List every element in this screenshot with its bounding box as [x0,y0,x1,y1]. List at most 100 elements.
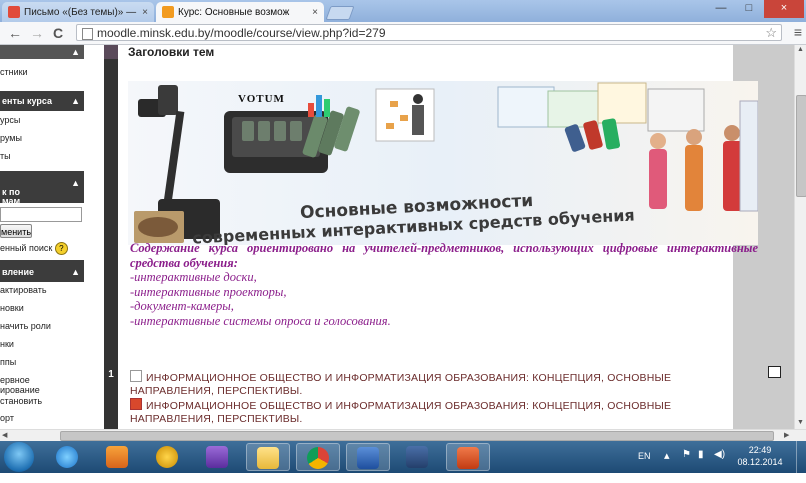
sidebar-item-import[interactable]: орт [0,413,14,423]
taskbar-powerpoint[interactable] [446,443,490,471]
taskbar-explorer[interactable] [246,443,290,471]
taskbar-visual-studio[interactable] [196,443,240,471]
browser-toolbar: ← → C moodle.minsk.edu.by/moodle/course/… [0,22,806,45]
description-item: -интерактивные доски, [130,270,257,284]
sidebar-item-backup[interactable]: ервное ирование [0,375,40,395]
taskbar-media-player[interactable] [96,443,140,471]
block-header-course-elements: енты курса ▲ [0,91,84,111]
aimp-icon [156,446,178,468]
clock-date: 08.12.2014 [737,457,783,467]
maximize-button[interactable]: □ [736,0,762,18]
address-bar[interactable]: moodle.minsk.edu.by/moodle/course/view.p… [76,24,782,41]
sidebar-item-edit[interactable]: актировать [0,285,47,295]
media-player-icon [106,446,128,468]
activity-link[interactable]: ИНФОРМАЦИОННОЕ ОБЩЕСТВО И ИНФОРМАТИЗАЦИЯ… [130,370,730,398]
clock-time: 22:49 [748,445,772,455]
tab-course[interactable]: Курс: Основные возмож × [156,2,324,22]
course-banner-image: VOTUM Основные возможности современных и… [128,81,758,245]
block-header-administration: вление ▲ [0,260,84,282]
minimize-button[interactable]: — [708,0,734,18]
sidebar-item-resources[interactable]: ты [0,151,11,161]
visual-studio-icon [206,446,228,468]
floppy-disk-icon [406,446,428,468]
taskbar-ie[interactable] [46,443,90,471]
vertical-scrollbar[interactable]: ▲ ▼ [794,45,806,429]
internet-explorer-icon [56,446,78,468]
section-number: 1 [104,369,118,429]
sidebar-item-assign-roles[interactable]: начить роли [0,321,51,331]
page-icon [82,28,93,40]
collapse-icon[interactable]: ▲ [71,179,80,188]
taskbar-save[interactable] [396,443,440,471]
bookmark-star-icon[interactable]: ☆ [765,24,777,41]
url-text: moodle.minsk.edu.by/moodle/course/view.p… [97,26,386,40]
chrome-icon [307,447,329,469]
section-marker [104,45,118,59]
mail-favicon-icon [8,6,20,18]
new-tab-button[interactable] [325,6,355,20]
vertical-scroll-thumb[interactable] [796,95,806,197]
reload-button[interactable]: C [53,25,63,41]
collapse-icon[interactable]: ▲ [71,267,80,277]
horizontal-scroll-thumb[interactable] [60,431,774,441]
collapse-icon[interactable]: ▲ [71,96,80,106]
moodle-favicon-icon [162,6,174,18]
taskbar-aimp[interactable] [146,443,190,471]
back-button[interactable]: ← [8,25,22,41]
sidebar-item-grades[interactable]: нки [0,339,14,349]
activity-link[interactable]: ИНФОРМАЦИОННОЕ ОБЩЕСТВО И ИНФОРМАТИЗАЦИЯ… [130,398,730,426]
word-icon [357,447,379,469]
language-indicator[interactable]: EN [638,451,651,483]
scroll-left-icon[interactable]: ◀ [2,431,7,439]
scroll-down-icon[interactable]: ▼ [797,419,804,426]
description-lead: Содержание курса ориентировано на учител… [130,241,758,270]
folder-icon [257,447,279,469]
forum-search-input[interactable] [0,207,82,222]
sidebar-item-forums[interactable]: румы [0,133,22,143]
sidebar-item-advanced-search[interactable]: енный поиск ? [0,242,68,255]
tab-mail[interactable]: Письмо «(Без темы)» — × [2,2,154,22]
block-header-search: к по мам ▲ [0,171,84,206]
taskbar-chrome[interactable] [296,443,340,471]
tab-close-icon[interactable]: × [142,7,148,18]
block-header-top: ▲ [0,45,84,59]
volume-icon[interactable]: ◀) [714,449,725,481]
description-item: -интерактивные системы опроса и голосова… [130,313,391,328]
sidebar-item-groups[interactable]: ппы [0,357,16,367]
system-clock[interactable]: 22:49 08.12.2014 [730,444,790,468]
course-description: Содержание курса ориентировано на учител… [130,241,758,328]
sidebar-item-restore[interactable]: становить [0,396,42,406]
browser-tab-bar: Письмо «(Без темы)» — × Курс: Основные в… [0,0,806,22]
flag-icon[interactable]: ⚑ [682,449,691,481]
sidebar-item-courses[interactable]: урсы [0,115,20,125]
horizontal-scrollbar[interactable]: ◀ ▶ [0,429,806,441]
taskbar-word[interactable] [346,443,390,471]
help-icon[interactable]: ? [54,242,68,255]
tab-title: Письмо «(Без темы)» — [24,6,137,18]
windows-taskbar: EN ▴ ⚑ ▮ ◀) 22:49 08.12.2014 [0,441,806,473]
page-icon [130,370,142,382]
sidebar-item-participants[interactable]: стники [0,67,28,77]
scroll-right-icon[interactable]: ▶ [784,431,789,439]
start-button-icon[interactable] [4,442,34,472]
section-select-checkbox[interactable] [768,366,781,378]
show-desktop-button[interactable] [796,441,806,473]
chrome-menu-icon[interactable]: ≡ [794,25,802,40]
presentation-icon [130,398,142,410]
votum-logo: VOTUM [238,93,285,105]
tab-close-icon[interactable]: × [312,7,318,18]
description-item: -интерактивные проекторы, [130,284,287,299]
description-item: -документ-камеры, [130,299,234,313]
left-sidebar: ▲ стники енты курса ▲ урсы румы ты к по … [0,45,84,429]
close-window-button[interactable]: × [764,0,804,18]
collapse-icon[interactable]: ▲ [71,47,80,57]
section-title: Заголовки тем [128,45,215,59]
tray-arrow-icon[interactable]: ▴ [664,449,670,481]
powerpoint-icon [457,447,479,469]
forward-button[interactable]: → [30,25,44,41]
network-icon[interactable]: ▮ [698,449,704,481]
tab-title: Курс: Основные возмож [178,6,290,18]
search-apply-button[interactable]: менить [0,224,32,238]
sidebar-item-settings[interactable]: новки [0,303,24,313]
scroll-up-icon[interactable]: ▲ [797,46,804,53]
